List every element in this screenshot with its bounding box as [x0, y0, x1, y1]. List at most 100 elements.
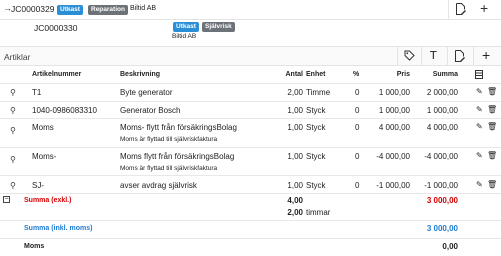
quantity: 2,00: [287, 88, 303, 97]
trash-icon[interactable]: 🗑: [487, 180, 497, 189]
row-note: Moms är flyttad till självriskfaktura: [120, 165, 218, 172]
status-badge: Utkast: [57, 5, 83, 15]
quantity: 1,00: [287, 181, 303, 190]
document-edit-icon[interactable]: [455, 3, 466, 17]
excl-total-label: Summa (exkl.): [24, 197, 72, 204]
price: -4 000,00: [376, 152, 410, 161]
trash-icon[interactable]: 🗑: [487, 151, 497, 160]
table-header: Artikelnummer Beskrivning Antal Enhet % …: [0, 70, 501, 82]
linked-status-badge: Utkast: [173, 22, 199, 32]
drag-handle-icon[interactable]: ⚲: [10, 88, 16, 97]
hours-total: 2,00: [287, 208, 303, 217]
articles-section-header: Artiklar T +: [0, 46, 501, 66]
quantity: 1,00: [287, 152, 303, 161]
divider: [0, 193, 501, 194]
article-number: Moms-: [32, 152, 57, 161]
company-name: Biltid AB: [130, 5, 157, 12]
collapse-icon[interactable]: −: [3, 196, 10, 203]
document-edit-icon[interactable]: [454, 50, 465, 64]
article-number: T1: [32, 88, 42, 97]
unit: Styck: [306, 106, 326, 115]
type-badge: Reparation: [88, 5, 128, 15]
sum: 2 000,00: [426, 88, 458, 97]
percent: 0: [355, 106, 360, 115]
trash-icon[interactable]: 🗑: [487, 105, 497, 114]
description: Moms flytt från försäkringsBolag: [120, 152, 235, 161]
drag-handle-icon[interactable]: ⚲: [10, 181, 16, 190]
unit: Styck: [306, 181, 326, 190]
row-note: Moms är flyttad till självriskfaktura: [120, 136, 218, 143]
edit-icon[interactable]: ✎: [476, 87, 483, 96]
add-icon[interactable]: +: [480, 0, 488, 16]
incl-total-label: Summa (inkl. moms): [24, 225, 93, 232]
sum: -1 000,00: [424, 181, 458, 190]
linked-job-id[interactable]: JC0000330: [34, 23, 77, 33]
excl-total-value: 3 000,00: [426, 196, 458, 205]
vat-label: Moms: [24, 243, 45, 250]
qty-total: 4,00: [287, 196, 303, 205]
description: Generator Bosch: [120, 106, 181, 115]
drag-handle-icon[interactable]: ⚲: [10, 126, 16, 135]
col-quantity: Antal: [285, 71, 304, 78]
unit: Styck: [306, 123, 326, 132]
unit: Styck: [306, 152, 326, 161]
price: -1 000,00: [376, 181, 410, 190]
col-percent: %: [353, 71, 360, 78]
divider: [397, 47, 398, 66]
incl-total-value: 3 000,00: [426, 224, 458, 233]
edit-icon[interactable]: ✎: [476, 151, 483, 160]
tag-icon[interactable]: [404, 50, 415, 63]
divider: [448, 0, 449, 20]
sum: 1 000,00: [426, 106, 458, 115]
col-sum: Summa: [432, 71, 458, 78]
edit-icon[interactable]: ✎: [476, 122, 483, 131]
description: Byte generator: [120, 88, 173, 97]
article-number: SJ-: [32, 181, 44, 190]
divider: [0, 220, 501, 221]
divider: [421, 47, 422, 66]
divider: [447, 47, 448, 66]
col-article: Artikelnummer: [32, 71, 82, 78]
price: 1 000,00: [378, 88, 410, 97]
col-unit: Enhet: [306, 71, 326, 78]
drag-handle-icon[interactable]: ⚲: [10, 106, 16, 115]
price: 4 000,00: [378, 123, 410, 132]
drag-handle-icon[interactable]: ⚲: [10, 155, 16, 164]
table-row[interactable]: ⚲ Moms Moms- flytt från försäkringsBolag…: [0, 118, 501, 147]
price: 1 000,00: [378, 106, 410, 115]
section-title: Artiklar: [4, 52, 31, 62]
add-row-icon[interactable]: +: [482, 47, 490, 63]
percent: 0: [355, 123, 360, 132]
top-bar: → JC0000329 Utkast Reparation Biltid AB …: [0, 0, 501, 20]
trash-icon[interactable]: 🗑: [487, 87, 497, 96]
article-number: Moms: [32, 123, 54, 132]
linked-type-badge: Självrisk: [202, 22, 235, 32]
col-description: Beskrivning: [120, 71, 161, 78]
text-format-icon[interactable]: T: [430, 49, 437, 62]
table-row[interactable]: ⚲ Moms- Moms flytt från försäkringsBolag…: [0, 147, 501, 175]
percent: 0: [355, 152, 360, 161]
article-number: 1040-0986083310: [32, 106, 97, 115]
percent: 0: [355, 88, 360, 97]
divider: [0, 238, 501, 239]
job-id: JC0000329: [11, 4, 55, 14]
divider: [473, 47, 474, 66]
linked-company-name: Biltid AB: [172, 33, 197, 40]
trash-icon[interactable]: 🗑: [487, 122, 497, 131]
unit: Timme: [306, 88, 331, 97]
table-row[interactable]: ⚲ T1 Byte generator 2,00 Timme 0 1 000,0…: [0, 83, 501, 101]
table-row[interactable]: ⚲ 1040-0986083310 Generator Bosch 1,00 S…: [0, 101, 501, 118]
columns-settings-icon[interactable]: [475, 70, 483, 81]
col-price: Pris: [396, 71, 410, 78]
description: Moms- flytt från försäkringsBolag: [120, 123, 237, 132]
edit-icon[interactable]: ✎: [476, 180, 483, 189]
quantity: 1,00: [287, 123, 303, 132]
vat-value: 0,00: [442, 242, 458, 251]
edit-icon[interactable]: ✎: [476, 105, 483, 114]
hours-unit: timmar: [306, 208, 331, 217]
sum: -4 000,00: [424, 152, 458, 161]
table-row[interactable]: ⚲ SJ- avser avdrag självrisk 1,00 Styck …: [0, 175, 501, 193]
sum: 4 000,00: [426, 123, 458, 132]
linked-job-header: JC0000330 Utkast Självrisk Biltid AB: [0, 20, 501, 46]
description: avser avdrag självrisk: [120, 181, 197, 190]
